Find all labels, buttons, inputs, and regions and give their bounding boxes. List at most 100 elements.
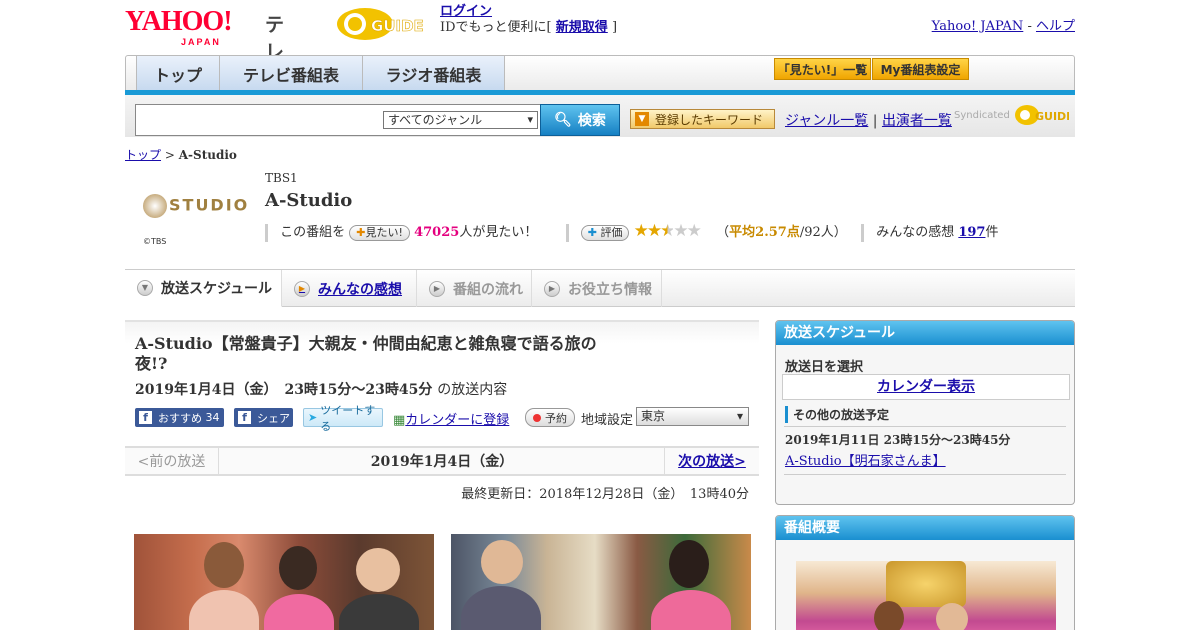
twitter-icon: ➤: [308, 411, 318, 424]
divider: [784, 426, 1066, 427]
facebook-icon: f: [238, 411, 251, 424]
site-header: YAHOO! JAPAN テレビ GUIDE ログイン IDでもっと便利に[ 新…: [125, 0, 1075, 90]
breadcrumb-current: A-Studio: [178, 148, 237, 162]
star-icon: ★: [673, 221, 688, 241]
want-suffix: 人が見たい！: [459, 225, 538, 240]
other-broadcasts-heading: その他の放送予定: [785, 406, 889, 423]
tweet-button[interactable]: ➤ ツイートする: [303, 404, 383, 433]
top-links-sep: -: [1027, 19, 1032, 34]
other-broadcast-item[interactable]: A-Studio【明石家さんま】: [785, 450, 946, 469]
want-count: 47025: [414, 225, 460, 240]
rate-button[interactable]: ✚ 評価: [580, 225, 630, 241]
breadcrumb-sep: >: [164, 148, 175, 162]
keywords-button[interactable]: ▼ 登録したキーワード: [630, 109, 775, 129]
gguide-logo[interactable]: GUIDE: [335, 7, 431, 41]
breadcrumb: トップ > A-Studio: [125, 146, 237, 163]
reserve-button[interactable]: 予約: [525, 408, 575, 427]
logo-text: YAHOO!: [125, 6, 233, 37]
tab-tv-schedule[interactable]: テレビ番組表: [220, 56, 363, 91]
search-button[interactable]: 🔍︎ 検索: [540, 104, 620, 136]
dropdown-arrow-icon: ▼: [635, 112, 649, 126]
calendar-view-button[interactable]: カレンダー表示: [782, 374, 1070, 400]
want-button[interactable]: ✚見たい!: [349, 225, 410, 241]
facebook-share-button[interactable]: f シェア: [234, 408, 293, 427]
yahoo-logo[interactable]: YAHOO! JAPAN テレビ: [125, 6, 284, 90]
record-icon: [533, 413, 541, 422]
divider: [784, 474, 1066, 475]
login-note-end: ]: [611, 20, 618, 35]
person-head: [356, 548, 400, 592]
impressions-label: みんなの感想: [876, 225, 955, 240]
impressions-unit: 件: [985, 225, 999, 240]
fb-recommend-label: おすすめ: [158, 411, 202, 425]
prev-broadcast: <前の放送: [125, 448, 219, 474]
tweet-label: ツイートする: [320, 403, 376, 433]
performers-link[interactable]: 出演者一覧: [882, 113, 952, 129]
divider: [861, 223, 865, 242]
region-label: 地域設定: [581, 413, 634, 428]
want-button-label: 見たい!: [365, 226, 403, 239]
program-header: STUDIO ©TBS TBS1 A-Studio この番組を ✚見たい! 47…: [125, 168, 1075, 260]
rate-button-label: 評価: [600, 226, 623, 239]
tab-top[interactable]: トップ: [136, 56, 220, 91]
episode-header: A-Studio【常盤貴子】大親友・仲間由紀恵と雑魚寝で語る旅の夜!? 2019…: [125, 320, 759, 433]
rating-stars: ★★★★★: [634, 221, 704, 241]
person-figure: [339, 594, 419, 630]
calendar-view-link[interactable]: カレンダー表示: [877, 379, 975, 395]
facebook-icon: f: [139, 411, 152, 424]
program-title: A-Studio: [265, 190, 353, 211]
impressions-count-link[interactable]: 197: [958, 225, 985, 240]
search-links: ジャンル一覧 | 出演者一覧: [785, 110, 952, 130]
tab-radio-schedule[interactable]: ラジオ番組表: [363, 56, 505, 91]
calendar-register[interactable]: ▦カレンダーに登録: [393, 409, 509, 428]
schedule-box-title: 放送スケジュール: [776, 321, 1074, 345]
stage-logo: [886, 561, 966, 607]
sidebar: 放送スケジュール 放送日を選択 カレンダー表示 その他の放送予定 2019年1月…: [775, 320, 1075, 630]
next-broadcast-link[interactable]: 次の放送>: [678, 451, 746, 471]
search-links-divider: |: [872, 113, 878, 129]
next-broadcast[interactable]: 次の放送>: [664, 448, 759, 474]
facebook-recommend-button[interactable]: f おすすめ 34: [135, 408, 224, 427]
help-link[interactable]: ヘルプ: [1036, 19, 1075, 34]
program-stats: この番組を ✚見たい! 47025人が見たい！ ✚ 評価 ★★★★★ （平均2.…: [265, 221, 1065, 242]
program-logo: STUDIO: [143, 194, 249, 218]
breadcrumb-top[interactable]: トップ: [125, 148, 161, 162]
tab-flow-label: 番組の流れ: [453, 281, 523, 298]
mitai-list-button[interactable]: 「見たい!」一覧: [774, 58, 871, 80]
plus-icon: ✚: [356, 226, 366, 239]
rating-count: /92人）: [799, 225, 847, 240]
register-link[interactable]: 新規取得: [556, 20, 608, 35]
person-head: [204, 542, 244, 588]
login-box: ログイン IDでもっと便利に[ 新規取得 ]: [440, 4, 617, 36]
tab-info[interactable]: ▶ お役立ち情報: [532, 270, 662, 307]
svg-text:GUIDE: GUIDE: [371, 17, 424, 35]
login-link[interactable]: ログイン: [440, 4, 492, 19]
pick-date-label: 放送日を選択: [785, 360, 864, 375]
yahoo-japan-link[interactable]: Yahoo! JAPAN: [932, 19, 1024, 34]
schedule-box: 放送スケジュール 放送日を選択 カレンダー表示 その他の放送予定 2019年1月…: [775, 320, 1075, 505]
copyright: ©TBS: [143, 237, 167, 246]
channel-name: TBS1: [265, 171, 298, 185]
logo-sub: JAPAN: [181, 37, 221, 47]
last-updated: 最終更新日：2018年12月28日（金） 13時40分: [461, 487, 749, 502]
tab-impressions[interactable]: ▶ みんなの感想: [282, 270, 417, 307]
person-head: [936, 603, 968, 630]
tab-flow[interactable]: ▶ 番組の流れ: [417, 270, 532, 307]
genre-select[interactable]: すべてのジャンル: [383, 111, 538, 129]
search-bar: すべてのジャンル 🔍︎ 検索 ▼ 登録したキーワード ジャンル一覧 | 出演者一…: [125, 95, 1075, 137]
play-icon: ▶: [429, 280, 445, 297]
share-bar: f おすすめ 34 f シェア ➤ ツイートする ▦カレンダーに登録 予約 地域設定 …: [135, 404, 755, 433]
person-figure: [461, 586, 541, 630]
my-schedule-button[interactable]: My番組表設定: [872, 58, 969, 80]
star-icon: ★: [633, 221, 649, 241]
episode-date-value: 2019年1月4日（金） 23時15分～23時45分: [135, 382, 433, 398]
tab-schedule[interactable]: ▼ 放送スケジュール: [125, 270, 282, 307]
calendar-link[interactable]: カレンダーに登録: [405, 413, 509, 428]
region-select[interactable]: 東京: [636, 407, 749, 426]
genre-list-link[interactable]: ジャンル一覧: [785, 113, 868, 129]
top-links: Yahoo! JAPAN - ヘルプ: [932, 15, 1075, 34]
other-broadcast-link[interactable]: A-Studio【明石家さんま】: [785, 454, 946, 469]
plus-icon: ✚: [587, 226, 597, 239]
fb-share-label: シェア: [257, 411, 290, 425]
syndicated-badge: Syndicated GUIDE: [954, 103, 1074, 127]
